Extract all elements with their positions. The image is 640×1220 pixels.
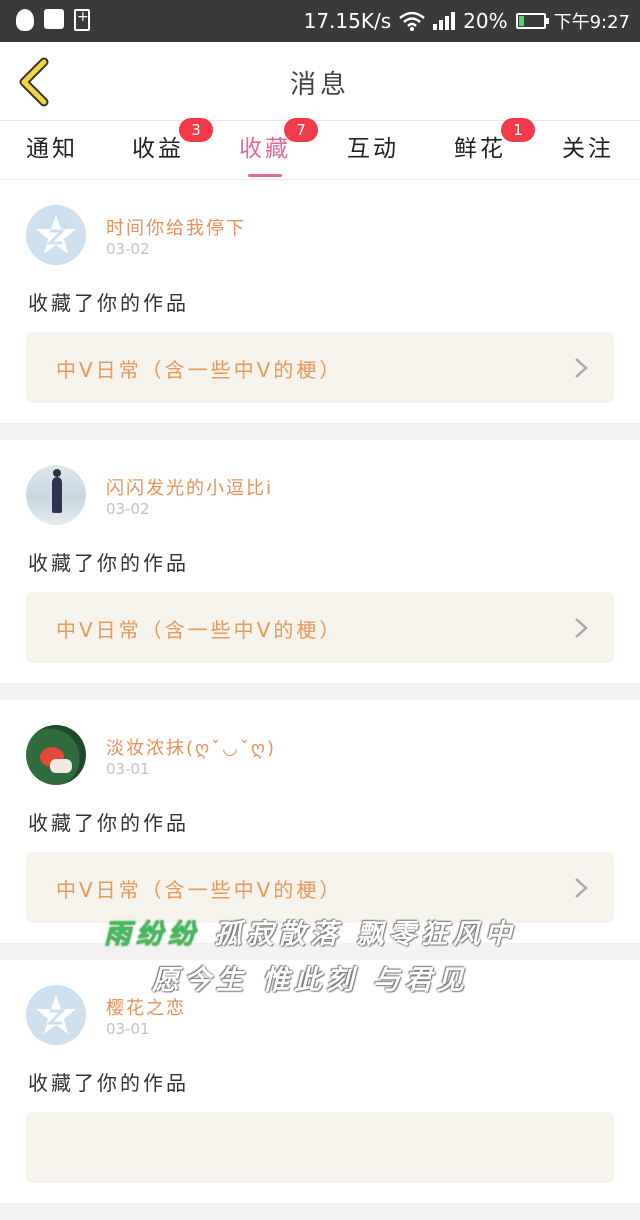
battery-add-icon [74, 9, 90, 31]
active-tab-indicator [248, 174, 282, 177]
message-list: 时间你给我停下 03-02 收藏了你的作品 中V日常（含一些中V的梗） 闪闪发光… [0, 180, 640, 1220]
signal-icon [433, 12, 456, 30]
tab-label: 鲜花 [454, 136, 506, 162]
list-item: 淡妆浓抹(ღˇ◡ˇღ) 03-01 收藏了你的作品 中V日常（含一些中V的梗） [0, 700, 640, 943]
battery-percent: 20% [463, 9, 508, 33]
clock: 下午9:27 [553, 12, 630, 33]
list-item: 闪闪发光的小逗比i 03-02 收藏了你的作品 中V日常（含一些中V的梗） [0, 440, 640, 683]
status-left-icons [16, 9, 90, 31]
tab-following[interactable]: 关注 [543, 129, 633, 173]
nickname[interactable]: 闪闪发光的小逗比i [106, 474, 273, 500]
tab-label: 互动 [347, 136, 399, 162]
default-avatar-star-icon [36, 995, 76, 1034]
default-avatar-star-icon [36, 215, 76, 254]
tab-label: 关注 [562, 136, 614, 162]
camera-icon [44, 9, 64, 29]
action-text: 收藏了你的作品 [28, 291, 189, 315]
status-right: 17.15K/s 20% 下午9:27 [304, 8, 630, 34]
date: 03-01 [106, 760, 150, 778]
tab-badge: 7 [284, 118, 318, 142]
date: 03-01 [106, 1020, 150, 1038]
work-title: 中V日常（含一些中V的梗） [56, 618, 343, 642]
lyrics-line-2: 愿今生 惟此刻 与君见 [152, 965, 469, 996]
work-title: 中V日常（含一些中V的梗） [56, 878, 343, 902]
page-title: 消息 [289, 70, 350, 100]
wifi-icon [399, 11, 425, 31]
avatar[interactable] [26, 985, 86, 1045]
avatar-photo-detail [50, 759, 72, 773]
action-text: 收藏了你的作品 [28, 1071, 189, 1095]
tab-bar: 通知 收益 3 收藏 7 互动 鲜花 1 关注 [0, 118, 640, 180]
tab-label: 收益 [132, 136, 184, 162]
date: 03-02 [106, 240, 150, 258]
avatar[interactable] [26, 205, 86, 265]
work-link[interactable] [26, 1112, 614, 1183]
tab-label: 收藏 [239, 136, 291, 162]
date: 03-02 [106, 500, 150, 518]
net-speed: 17.15K/s [303, 9, 392, 33]
tab-earnings[interactable]: 收益 3 [113, 118, 213, 173]
tab-badge: 1 [501, 118, 535, 142]
lyrics-rest: 孤寂散落 飘零狂风中 [214, 919, 517, 950]
action-text: 收藏了你的作品 [28, 551, 189, 575]
tab-flowers[interactable]: 鲜花 1 [435, 118, 535, 173]
avatar-photo [52, 469, 62, 513]
tab-interactions[interactable]: 互动 [328, 129, 418, 173]
status-bar: 17.15K/s 20% 下午9:27 [0, 0, 640, 42]
nickname[interactable]: 时间你给我停下 [106, 214, 246, 240]
tab-favorites[interactable]: 收藏 7 [220, 118, 318, 177]
tab-label: 通知 [26, 136, 78, 162]
list-item: 时间你给我停下 03-02 收藏了你的作品 中V日常（含一些中V的梗） [0, 180, 640, 423]
avatar[interactable] [26, 725, 86, 785]
lyrics-line-1: 雨纷纷 孤寂散落 飘零狂风中 [104, 912, 640, 951]
work-link[interactable]: 中V日常（含一些中V的梗） [26, 332, 614, 403]
nickname[interactable]: 樱花之恋 [106, 994, 186, 1020]
qq-icon [16, 9, 34, 31]
action-text: 收藏了你的作品 [28, 811, 189, 835]
chevron-right-icon [575, 358, 588, 378]
nickname[interactable]: 淡妆浓抹(ღˇ◡ˇღ) [106, 734, 276, 760]
work-link[interactable]: 中V日常（含一些中V的梗） [26, 592, 614, 663]
chevron-right-icon [575, 878, 588, 898]
avatar[interactable] [26, 465, 86, 525]
work-title: 中V日常（含一些中V的梗） [56, 358, 343, 382]
lyrics-highlight: 雨纷纷 [104, 919, 200, 950]
app-header: 消息 [0, 42, 640, 121]
tab-badge: 3 [179, 118, 213, 142]
battery-icon [515, 13, 549, 29]
chevron-right-icon [575, 618, 588, 638]
tab-notifications[interactable]: 通知 [7, 129, 97, 173]
